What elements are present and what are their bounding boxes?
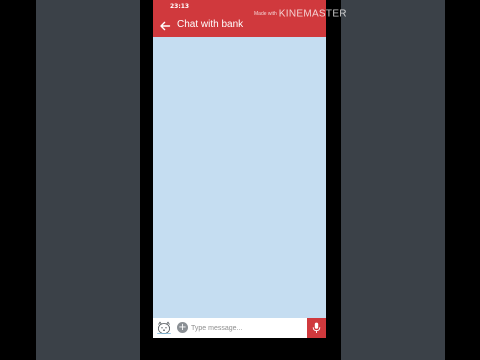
watermark-brand: KINEMASTER	[278, 8, 347, 20]
watermark: Made with KINEMASTER	[254, 5, 347, 23]
watermark-made-with: Made with	[254, 10, 277, 17]
chat-message-area[interactable]	[153, 37, 326, 318]
plus-circle-icon[interactable]: +	[177, 322, 188, 333]
microphone-button[interactable]	[307, 318, 326, 338]
message-composer: +	[153, 318, 326, 338]
page-title: Chat with bank	[177, 19, 244, 30]
left-side-panel	[36, 0, 140, 360]
status-time: 23:13	[170, 3, 190, 10]
microphone-icon	[312, 322, 321, 333]
message-input[interactable]	[191, 321, 307, 335]
right-side-panel	[341, 0, 445, 360]
dog-sticker-icon[interactable]	[156, 320, 172, 336]
phone-screen: 23:13 Chat with bank +	[153, 0, 326, 338]
arrow-left-icon[interactable]	[159, 19, 171, 31]
